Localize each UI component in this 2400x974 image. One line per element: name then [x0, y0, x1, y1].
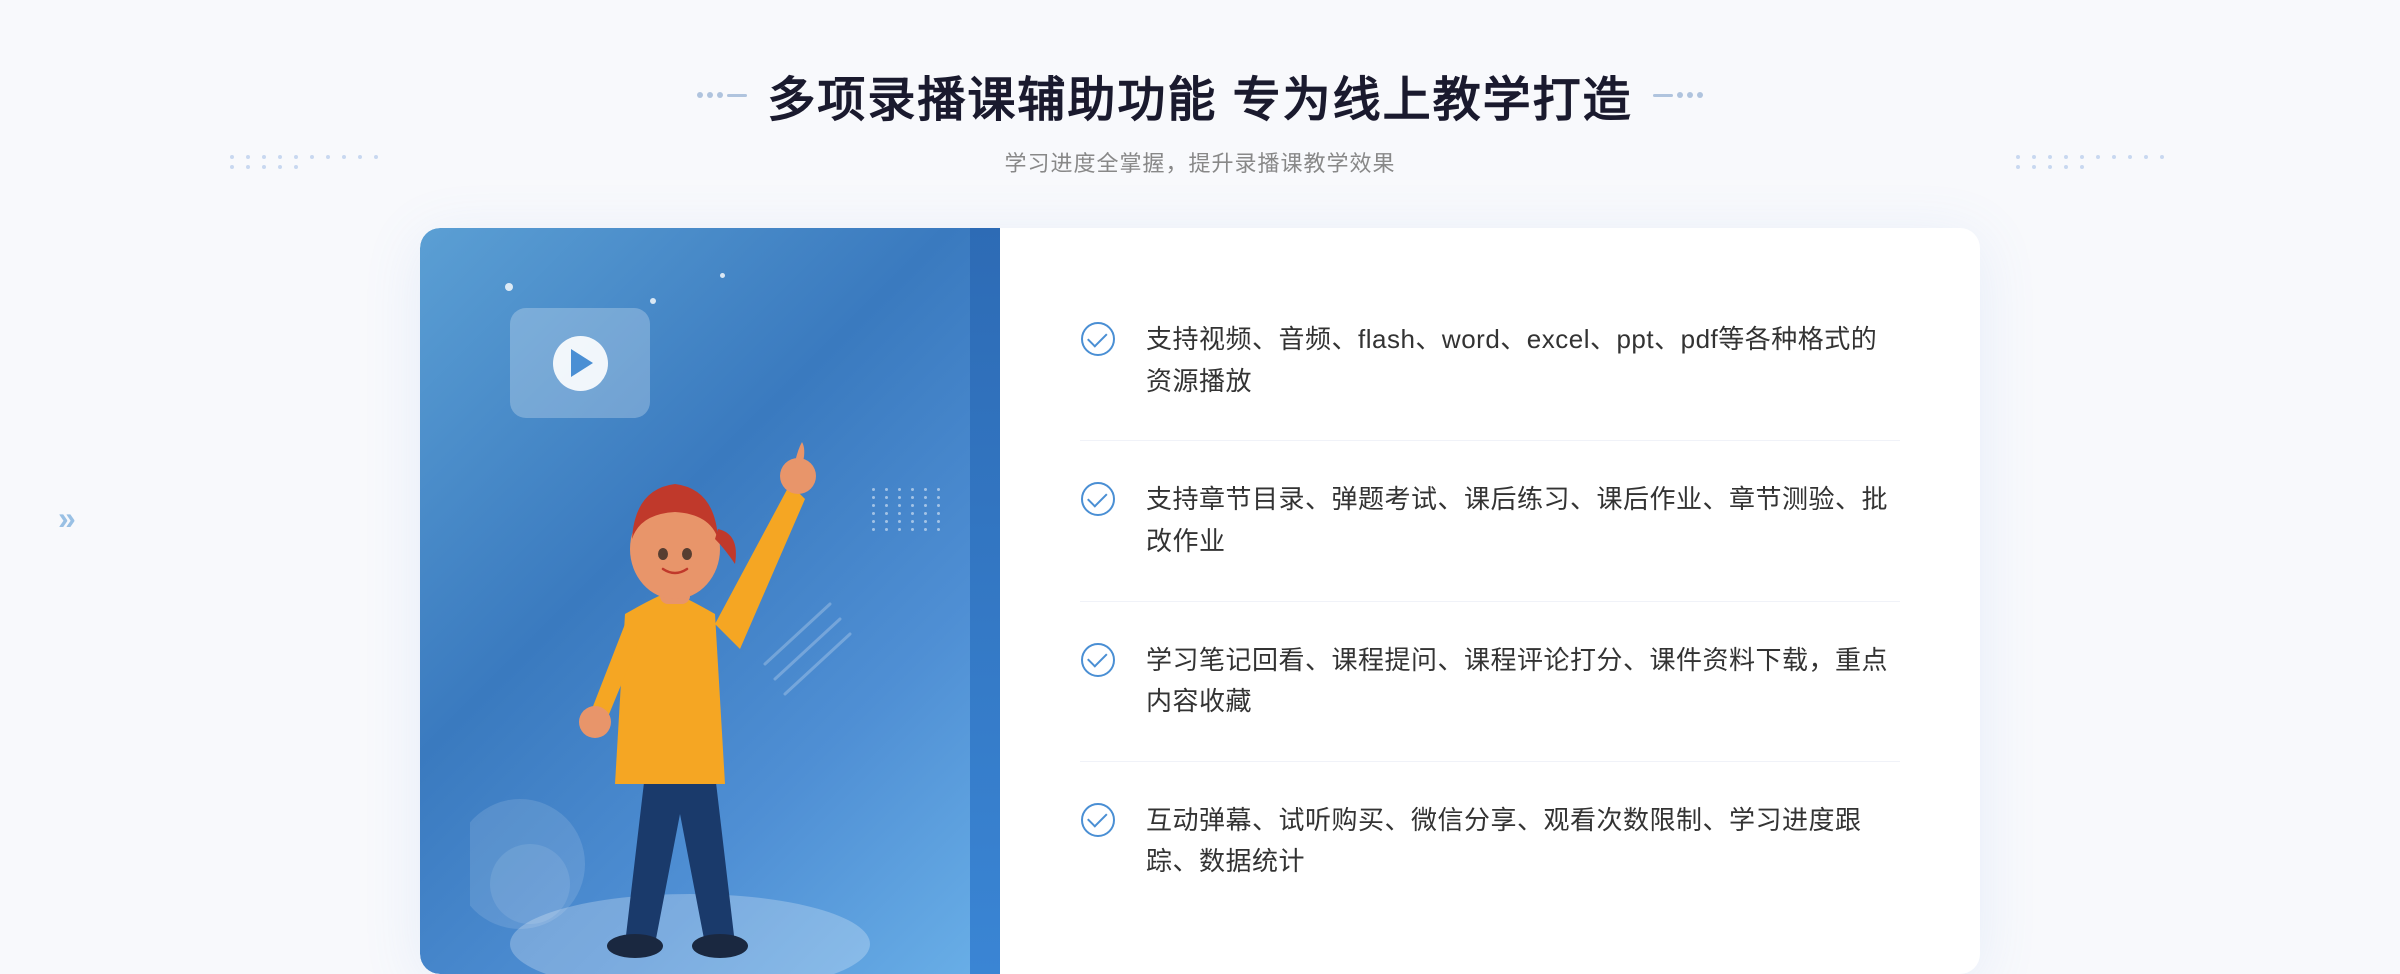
page-title: 多项录播课辅助功能 专为线上教学打造	[767, 60, 1632, 130]
feature-item-4: 互动弹幕、试听购买、微信分享、观看次数限制、学习进度跟踪、数据统计	[1080, 762, 1900, 921]
feature-text-1: 支持视频、音频、flash、word、excel、ppt、pdf等各种格式的资源…	[1146, 319, 1900, 402]
feature-item-3: 学习笔记回看、课程提问、课程评论打分、课件资料下载，重点内容收藏	[1080, 602, 1900, 762]
main-content-card: 支持视频、音频、flash、word、excel、ppt、pdf等各种格式的资源…	[420, 228, 1980, 974]
sparkle-1	[505, 283, 513, 291]
dots-decoration-left	[230, 155, 384, 169]
check-icon-1	[1080, 321, 1116, 357]
check-icon-2	[1080, 481, 1116, 517]
dots-decoration-right	[2016, 155, 2170, 169]
check-icon-3	[1080, 642, 1116, 678]
title-row: 多项录播课辅助功能 专为线上教学打造	[697, 60, 1702, 130]
check-circle-4	[1081, 803, 1115, 837]
check-circle-2	[1081, 482, 1115, 516]
feature-text-4: 互动弹幕、试听购买、微信分享、观看次数限制、学习进度跟踪、数据统计	[1146, 800, 1900, 883]
feature-text-2: 支持章节目录、弹题考试、课后练习、课后作业、章节测验、批改作业	[1146, 479, 1900, 562]
feature-text-3: 学习笔记回看、课程提问、课程评论打分、课件资料下载，重点内容收藏	[1146, 640, 1900, 723]
blue-accent-bar	[970, 228, 1000, 974]
human-illustration	[470, 354, 900, 974]
check-icon-4	[1080, 802, 1116, 838]
page-subtitle: 学习进度全掌握，提升录播课教学效果	[697, 146, 1702, 178]
check-circle-1	[1081, 322, 1115, 356]
illustration-area	[420, 228, 1000, 974]
sparkle-2	[650, 298, 656, 304]
feature-item-2: 支持章节目录、弹题考试、课后练习、课后作业、章节测验、批改作业	[1080, 441, 1900, 601]
left-arrow-decoration: »	[58, 500, 76, 537]
sparkle-3	[720, 273, 725, 278]
page-container: » 多项录播课辅助功能 专为线上教学打造 学习进度全掌握，提升录播课教学效果	[0, 0, 2400, 974]
check-circle-3	[1081, 643, 1115, 677]
title-decoration-left	[697, 92, 747, 98]
title-decoration-right	[1653, 92, 1703, 98]
header-section: 多项录播课辅助功能 专为线上教学打造 学习进度全掌握，提升录播课教学效果	[697, 60, 1702, 178]
features-area: 支持视频、音频、flash、word、excel、ppt、pdf等各种格式的资源…	[1000, 228, 1980, 974]
feature-item-1: 支持视频、音频、flash、word、excel、ppt、pdf等各种格式的资源…	[1080, 281, 1900, 441]
